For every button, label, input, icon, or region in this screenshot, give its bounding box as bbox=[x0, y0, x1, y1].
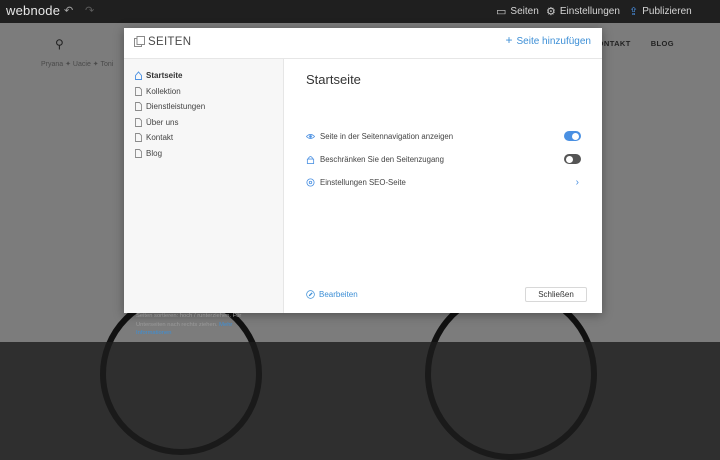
sidebar-page-label: Blog bbox=[146, 148, 163, 158]
pages-icon: ▭ bbox=[496, 6, 507, 18]
eye-icon bbox=[306, 133, 315, 139]
pages-menu-label: Seiten bbox=[510, 6, 539, 17]
toggle-knob bbox=[572, 132, 579, 140]
undo-icon[interactable]: ↶ bbox=[64, 4, 73, 17]
gear-icon: ⚙ bbox=[546, 6, 556, 18]
show-in-nav-label: Seite in der Seitennavigation anzeigen bbox=[320, 131, 454, 141]
sort-hint: Seiten sortieren: hoch / runterziehen. F… bbox=[136, 312, 266, 338]
redo-icon[interactable]: ↷ bbox=[85, 4, 94, 17]
close-button[interactable]: Schließen bbox=[525, 287, 587, 302]
page-settings-panel: Startseite Seite in der Seitennavigation… bbox=[284, 59, 602, 313]
chevron-right-icon[interactable]: › bbox=[576, 177, 581, 188]
lock-icon bbox=[306, 155, 315, 164]
edit-page-label: Bearbeiten bbox=[319, 290, 358, 299]
publish-button[interactable]: ⇪ Publizieren bbox=[629, 5, 692, 18]
sidebar-page-item[interactable]: Blog bbox=[135, 146, 205, 162]
sidebar-page-item[interactable]: Kontakt bbox=[135, 130, 205, 146]
dialog-title: SEITEN bbox=[148, 36, 192, 48]
webnode-logo: webnode bbox=[6, 3, 61, 18]
page-icon bbox=[135, 133, 142, 143]
page-settings-title: Startseite bbox=[306, 72, 361, 87]
toggle-knob bbox=[566, 155, 573, 163]
restrict-access-row: Beschränken Sie den Seitenzugang bbox=[306, 152, 581, 166]
show-in-nav-row: Seite in der Seitennavigation anzeigen bbox=[306, 129, 581, 143]
sidebar-page-label: Kollektion bbox=[146, 86, 181, 96]
seo-settings-row[interactable]: Einstellungen SEO-Seite › bbox=[306, 175, 581, 189]
show-in-nav-toggle[interactable] bbox=[564, 131, 581, 141]
restrict-access-toggle[interactable] bbox=[564, 154, 581, 164]
sidebar-page-label: Kontakt bbox=[146, 133, 174, 143]
sidebar-page-item[interactable]: Über uns bbox=[135, 115, 205, 131]
home-icon bbox=[135, 71, 142, 81]
settings-menu-button[interactable]: ⚙ Einstellungen bbox=[546, 5, 620, 18]
pages-menu-button[interactable]: ▭ Seiten bbox=[496, 5, 539, 18]
pages-list: Startseite Kollektion Dienstleistungen Über… bbox=[135, 68, 205, 161]
seo-icon bbox=[306, 177, 315, 187]
editor-top-bar: webnode ↶ ↷ ▭ Seiten ⚙ Einstellungen ⇪ P… bbox=[0, 0, 720, 23]
publish-label: Publizieren bbox=[642, 6, 692, 17]
add-page-label: Seite hinzufügen bbox=[516, 36, 591, 47]
sidebar-page-label: Startseite bbox=[146, 71, 183, 81]
pages-dialog: SEITEN + Seite hinzufügen Startseite Koll… bbox=[124, 28, 602, 336]
plus-icon: + bbox=[505, 33, 513, 47]
page-icon bbox=[135, 102, 142, 112]
restrict-access-label: Beschränken Sie den Seitenzugang bbox=[320, 154, 444, 164]
page-icon bbox=[135, 148, 142, 158]
edit-page-button[interactable]: Bearbeiten bbox=[306, 290, 358, 299]
page-icon bbox=[135, 117, 142, 127]
sidebar-page-item[interactable]: Startseite bbox=[135, 68, 205, 84]
settings-menu-label: Einstellungen bbox=[559, 6, 620, 17]
sidebar-page-label: Über uns bbox=[146, 117, 179, 127]
edit-icon bbox=[306, 290, 315, 299]
pages-icon bbox=[134, 36, 145, 47]
sidebar-page-item[interactable]: Kollektion bbox=[135, 84, 205, 100]
upload-icon: ⇪ bbox=[629, 6, 639, 18]
add-page-button[interactable]: + Seite hinzufügen bbox=[505, 33, 591, 47]
dialog-header: SEITEN + Seite hinzufügen bbox=[124, 28, 602, 59]
page-icon bbox=[135, 86, 142, 96]
sidebar-page-item[interactable]: Dienstleistungen bbox=[135, 99, 205, 115]
seo-settings-label: Einstellungen SEO-Seite bbox=[320, 177, 406, 187]
pages-sidebar: Startseite Kollektion Dienstleistungen Über… bbox=[124, 59, 284, 336]
sidebar-page-label: Dienstleistungen bbox=[146, 102, 206, 112]
